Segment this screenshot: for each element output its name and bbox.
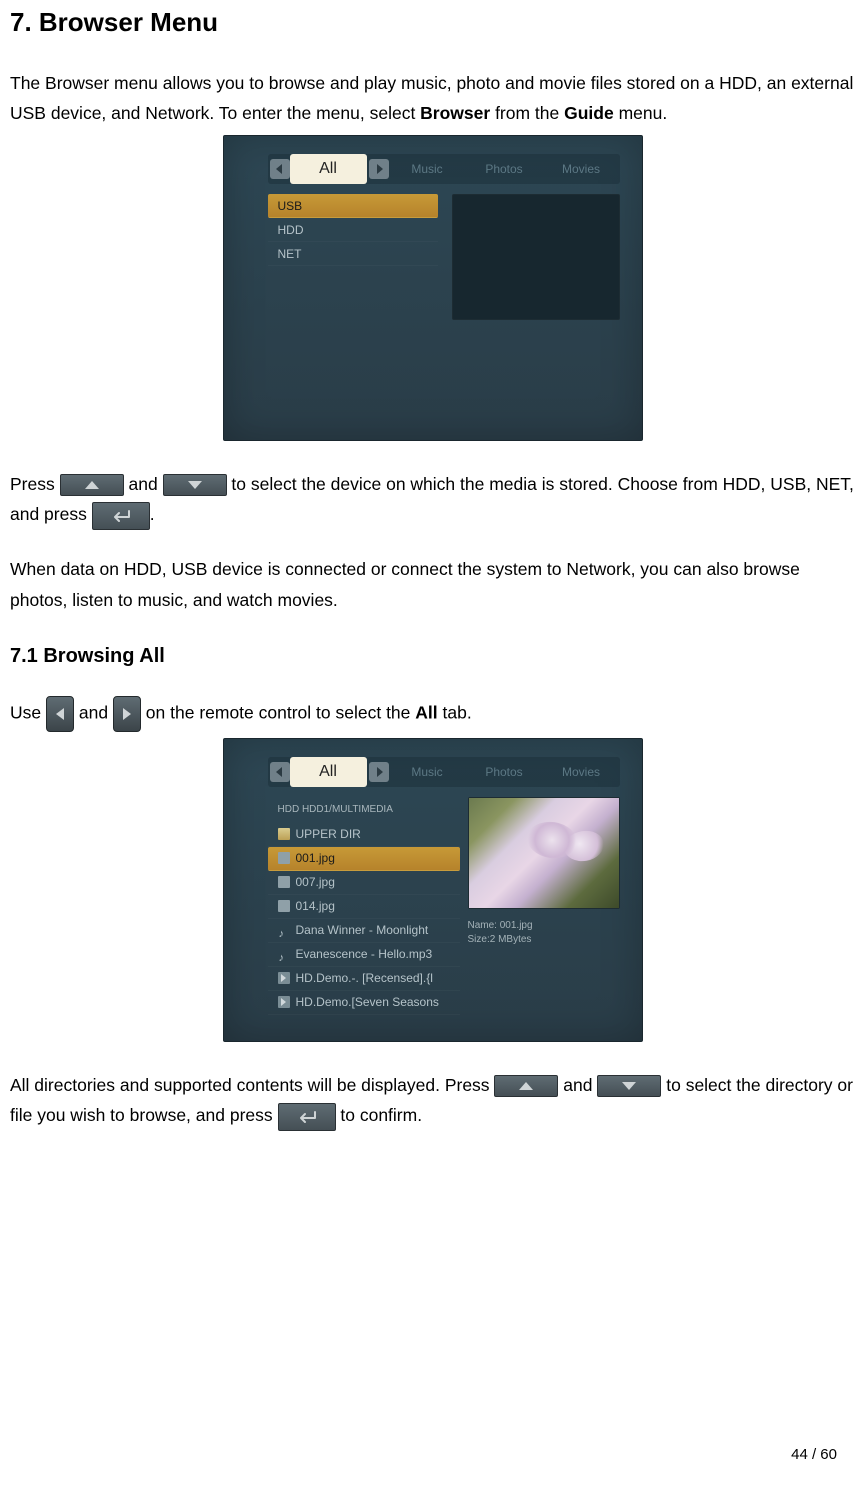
screenshot-browser-devices: All Music Photos Movies USB HDD NET: [223, 135, 643, 441]
image-file-icon: [278, 852, 290, 864]
intro-bold-guide: Guide: [564, 103, 614, 123]
folder-icon: [278, 828, 290, 840]
enter-button-icon-2: [278, 1103, 336, 1131]
file-list: HDD HDD1/MULTIMEDIA UPPER DIR 001.jpg 00…: [268, 797, 460, 1015]
file-info-size: Size:2 MBytes: [468, 933, 620, 947]
final-text-2: and: [563, 1075, 597, 1095]
tab-movies: Movies: [543, 154, 620, 184]
use-text-3: on the remote control to select the: [146, 703, 415, 723]
tab-movies-2: Movies: [543, 757, 620, 787]
file-item-upper-dir: UPPER DIR: [268, 823, 460, 847]
intro-text-2: from the: [490, 103, 564, 123]
intro-text-3: menu.: [614, 103, 668, 123]
tab-music: Music: [389, 154, 466, 184]
right-button-icon: [113, 696, 141, 732]
image-file-icon: [278, 876, 290, 888]
enter-button-icon: [92, 502, 150, 530]
device-item-net: NET: [268, 242, 438, 266]
up-button-icon: [60, 474, 124, 496]
file-item-dana: Dana Winner - Moonlight: [268, 919, 460, 943]
tab-all: All: [290, 154, 367, 184]
file-item-evanescence: Evanescence - Hello.mp3: [268, 943, 460, 967]
tab-prev-icon: [270, 159, 290, 179]
tab-prev-icon-2: [270, 762, 290, 782]
page-number: 44 / 60: [791, 1442, 837, 1468]
tab-next-icon-2: [369, 762, 389, 782]
left-button-icon: [46, 696, 74, 732]
file-item-hddemo1: HD.Demo.-. [Recensed].{l: [268, 967, 460, 991]
tab-music-2: Music: [389, 757, 466, 787]
music-file-icon: [278, 924, 290, 936]
press-text-4: .: [150, 504, 155, 524]
preview-pane: [468, 797, 620, 909]
device-item-usb: USB: [268, 194, 438, 218]
file-item-hddemo2: HD.Demo.[Seven Seasons: [268, 991, 460, 1015]
screenshot-browser-files: All Music Photos Movies HDD HDD1/MULTIME…: [223, 738, 643, 1042]
file-item-014: 014.jpg: [268, 895, 460, 919]
music-file-icon: [278, 948, 290, 960]
down-button-icon: [163, 474, 227, 496]
tab-photos-2: Photos: [466, 757, 543, 787]
final-paragraph: All directories and supported contents w…: [10, 1070, 855, 1131]
tab-bar-2: All Music Photos Movies: [268, 757, 620, 787]
connect-paragraph: When data on HDD, USB device is connecte…: [10, 554, 855, 615]
use-bold-all: All: [415, 703, 437, 723]
file-info-name: Name: 001.jpg: [468, 919, 620, 933]
preview-image: [469, 798, 619, 908]
intro-bold-browser: Browser: [420, 103, 490, 123]
press-text-2: and: [128, 474, 162, 494]
file-item-007: 007.jpg: [268, 871, 460, 895]
image-file-icon: [278, 900, 290, 912]
tab-photos: Photos: [466, 154, 543, 184]
final-text-1: All directories and supported contents w…: [10, 1075, 494, 1095]
tab-bar: All Music Photos Movies: [268, 154, 620, 184]
device-list: USB HDD NET: [268, 194, 438, 266]
intro-paragraph: The Browser menu allows you to browse an…: [10, 68, 855, 129]
press-text-1: Press: [10, 474, 60, 494]
press-paragraph: Press and to select the device on which …: [10, 469, 855, 530]
video-file-icon: [278, 996, 290, 1008]
video-file-icon: [278, 972, 290, 984]
tab-all-2: All: [290, 757, 367, 787]
subheading-browsing-all: 7.1 Browsing All: [10, 639, 855, 674]
final-text-4: to confirm.: [340, 1105, 422, 1125]
file-info: Name: 001.jpg Size:2 MBytes: [468, 919, 620, 947]
preview-pane-empty: [452, 194, 620, 320]
file-list-path: HDD HDD1/MULTIMEDIA: [268, 797, 460, 823]
use-text-4: tab.: [438, 703, 472, 723]
use-text-1: Use: [10, 703, 46, 723]
file-item-001: 001.jpg: [268, 847, 460, 871]
use-paragraph: Use and on the remote control to select …: [10, 696, 855, 732]
use-text-2: and: [79, 703, 113, 723]
down-button-icon-2: [597, 1075, 661, 1097]
tab-next-icon: [369, 159, 389, 179]
page-heading: 7. Browser Menu: [10, 6, 855, 40]
device-item-hdd: HDD: [268, 218, 438, 242]
up-button-icon-2: [494, 1075, 558, 1097]
